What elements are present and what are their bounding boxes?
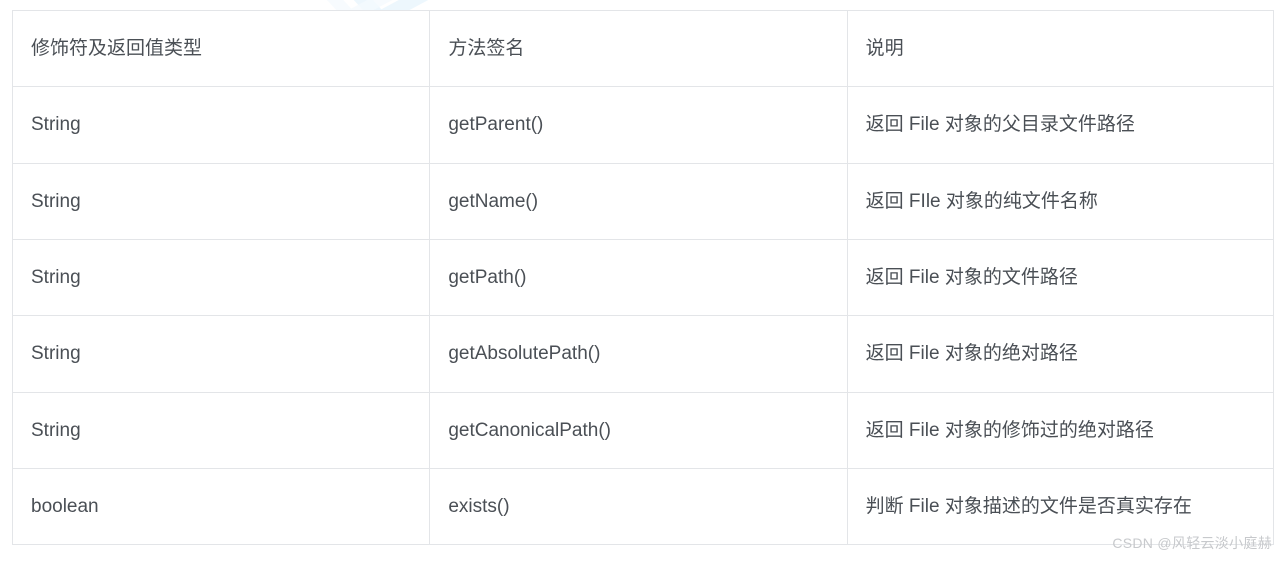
cell-description: 返回 File 对象的文件路径: [847, 240, 1273, 316]
cell-return-type: String: [13, 240, 430, 316]
header-method-signature: 方法签名: [430, 11, 847, 87]
attribution-text: CSDN @风轻云淡小庭赫: [1112, 533, 1272, 553]
cell-method: getAbsolutePath(): [430, 316, 847, 392]
cell-method: exists(): [430, 469, 847, 545]
cell-description: 返回 File 对象的修饰过的绝对路径: [847, 392, 1273, 468]
cell-description: 返回 File 对象的绝对路径: [847, 316, 1273, 392]
cell-description: 返回 File 对象的父目录文件路径: [847, 87, 1273, 163]
table-row: boolean exists() 判断 File 对象描述的文件是否真实存在: [13, 469, 1274, 545]
cell-return-type: String: [13, 163, 430, 239]
table-row: String getCanonicalPath() 返回 File 对象的修饰过…: [13, 392, 1274, 468]
cell-description: 返回 FIle 对象的纯文件名称: [847, 163, 1273, 239]
cell-return-type: String: [13, 87, 430, 163]
cell-method: getPath(): [430, 240, 847, 316]
cell-method: getCanonicalPath(): [430, 392, 847, 468]
methods-table: 修饰符及返回值类型 方法签名 说明 String getParent() 返回 …: [12, 10, 1274, 545]
header-return-type: 修饰符及返回值类型: [13, 11, 430, 87]
cell-return-type: String: [13, 316, 430, 392]
header-description: 说明: [847, 11, 1273, 87]
table-header-row: 修饰符及返回值类型 方法签名 说明: [13, 11, 1274, 87]
table-row: String getName() 返回 FIle 对象的纯文件名称: [13, 163, 1274, 239]
table-row: String getAbsolutePath() 返回 File 对象的绝对路径: [13, 316, 1274, 392]
cell-method: getParent(): [430, 87, 847, 163]
cell-method: getName(): [430, 163, 847, 239]
table-row: String getPath() 返回 File 对象的文件路径: [13, 240, 1274, 316]
cell-return-type: String: [13, 392, 430, 468]
cell-return-type: boolean: [13, 469, 430, 545]
table-row: String getParent() 返回 File 对象的父目录文件路径: [13, 87, 1274, 163]
